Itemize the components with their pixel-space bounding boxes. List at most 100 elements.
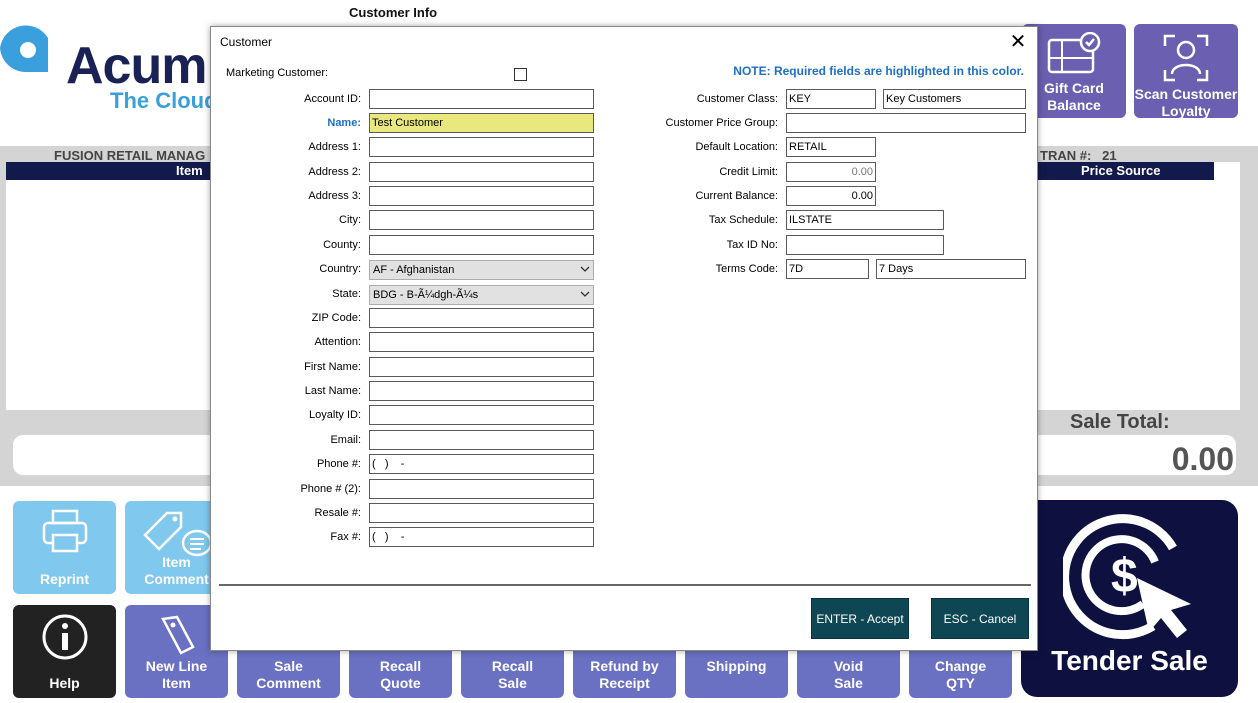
zip-code-label: ZIP Code: — [311, 312, 361, 324]
info-icon — [42, 614, 87, 660]
name-label: Name: — [327, 117, 361, 129]
county-field[interactable] — [369, 235, 594, 255]
tags-icon — [160, 615, 195, 655]
tender-sale-label: Tender Sale — [1051, 645, 1208, 676]
scan-customer-loyalty-button[interactable]: Scan Customer Loyalty — [1134, 24, 1238, 119]
column-price-source[interactable]: Price Source — [1081, 163, 1161, 178]
tax-schedule-label: Tax Schedule: — [708, 214, 778, 226]
scan-customer-label-2: Loyalty — [1161, 103, 1211, 119]
recall-quote-label: Recall Quote — [379, 658, 422, 691]
account-id-field[interactable] — [369, 89, 594, 109]
help-button[interactable]: Help — [13, 605, 116, 698]
accept-button[interactable]: ENTER - Accept — [811, 598, 909, 639]
customer-class-code-field[interactable]: KEY — [786, 89, 876, 109]
terms-code-field[interactable]: 7D — [786, 259, 869, 279]
refund-by-receipt-label: Refund by Receipt — [590, 658, 659, 691]
fusion-title: FUSION RETAIL MANAG — [54, 148, 206, 163]
company-logo: Acum The Cloud — [0, 20, 220, 120]
reprint-label: Reprint — [40, 571, 89, 587]
county-label: County: — [323, 239, 361, 251]
account-id-label: Account ID: — [304, 93, 361, 105]
scan-customer-icon — [1163, 34, 1209, 82]
terms-code-label: Terms Code: — [715, 263, 778, 275]
address1-field[interactable] — [369, 137, 594, 157]
customer-price-group-field[interactable] — [786, 113, 1026, 133]
attention-field[interactable] — [369, 332, 594, 352]
resale-label: Resale #: — [314, 507, 361, 519]
credit-limit-field[interactable]: 0.00 — [786, 162, 876, 182]
tran-value: 21 — [1102, 148, 1117, 163]
address2-label: Address 2: — [308, 166, 361, 178]
tag-comment-icon — [142, 511, 212, 557]
void-sale-label: Void Sale — [833, 658, 864, 691]
tax-id-label: Tax ID No: — [726, 239, 778, 251]
tender-dollar-cursor-icon: $ — [1063, 514, 1191, 640]
close-icon[interactable]: ✕ — [1005, 29, 1031, 55]
fax-label: Fax #: — [330, 531, 361, 543]
brand-tagline: The Cloud — [110, 88, 218, 113]
new-line-item-label: New Line Item — [145, 658, 208, 691]
address2-field[interactable] — [369, 162, 594, 182]
dialog-title: Customer — [220, 35, 273, 49]
email-label: Email: — [330, 434, 361, 446]
scan-customer-label-1: Scan Customer — [1134, 86, 1238, 102]
tax-id-field[interactable] — [786, 235, 944, 255]
dialog-separator — [219, 584, 1031, 586]
customer-info-label: Customer Info — [349, 5, 438, 20]
city-field[interactable] — [369, 210, 594, 230]
cancel-button[interactable]: ESC - Cancel — [931, 598, 1029, 639]
svg-text:$: $ — [1111, 550, 1138, 603]
loyalty-id-field[interactable] — [369, 405, 594, 425]
marketing-customer-checkbox[interactable] — [514, 68, 527, 81]
chevron-down-icon — [580, 266, 590, 272]
sale-comment-label: Sale Comment — [256, 658, 321, 691]
change-qty-label: Change QTY — [934, 658, 987, 691]
gift-card-icon — [1047, 32, 1101, 74]
sale-total-label: Sale Total: — [1070, 411, 1170, 433]
city-label: City: — [339, 214, 361, 226]
credit-limit-label: Credit Limit: — [719, 166, 778, 178]
default-location-field[interactable]: RETAIL — [786, 137, 876, 157]
name-field[interactable]: Test Customer — [369, 113, 594, 133]
address3-label: Address 3: — [308, 190, 361, 202]
phone2-label: Phone # (2): — [300, 483, 361, 495]
tran-label: TRAN #: — [1040, 148, 1092, 163]
first-name-field[interactable] — [369, 357, 594, 377]
recall-sale-label: Recall Sale — [491, 658, 534, 691]
last-name-label: Last Name: — [304, 385, 361, 397]
state-label: State: — [332, 288, 361, 300]
current-balance-field: 0.00 — [786, 186, 876, 206]
last-name-field[interactable] — [369, 381, 594, 401]
customer-class-description-field: Key Customers — [883, 89, 1026, 109]
tax-schedule-field[interactable]: ILSTATE — [786, 210, 944, 230]
tender-sale-button[interactable]: $ Tender Sale — [1021, 500, 1238, 697]
terms-code-description-field: 7 Days — [876, 259, 1026, 279]
email-field[interactable] — [369, 430, 594, 450]
reprint-button[interactable]: Reprint — [13, 501, 116, 594]
address3-field[interactable] — [369, 186, 594, 206]
current-balance-label: Current Balance: — [695, 190, 778, 202]
tran-number: TRAN #: 21 — [1040, 148, 1117, 163]
phone-field[interactable]: ( ) - — [369, 454, 594, 474]
zip-code-field[interactable] — [369, 308, 594, 328]
attention-label: Attention: — [314, 336, 361, 348]
state-select[interactable]: BDG - B-Ã¼dgh-Ã¼s — [369, 285, 594, 305]
phone2-field[interactable] — [369, 479, 594, 499]
column-item[interactable]: Item — [176, 163, 203, 178]
country-value: AF - Afghanistan — [373, 264, 455, 276]
shipping-label: Shipping — [706, 658, 767, 674]
sale-total-value: 0.00 — [1171, 441, 1234, 477]
address1-label: Address 1: — [308, 141, 361, 153]
loyalty-id-label: Loyalty ID: — [309, 409, 361, 421]
brand-name: Acum — [66, 37, 207, 95]
marketing-customer-label: Marketing Customer: — [226, 67, 329, 79]
default-location-label: Default Location: — [695, 141, 778, 153]
first-name-label: First Name: — [304, 361, 361, 373]
resale-field[interactable] — [369, 503, 594, 523]
country-label: Country: — [319, 263, 361, 275]
country-select[interactable]: AF - Afghanistan — [369, 260, 594, 280]
required-fields-note: NOTE: Required fields are highlighted in… — [733, 64, 1024, 78]
customer-price-group-label: Customer Price Group: — [665, 117, 778, 129]
fax-field[interactable]: ( ) - — [369, 527, 594, 547]
logo-mark-icon — [0, 25, 48, 73]
